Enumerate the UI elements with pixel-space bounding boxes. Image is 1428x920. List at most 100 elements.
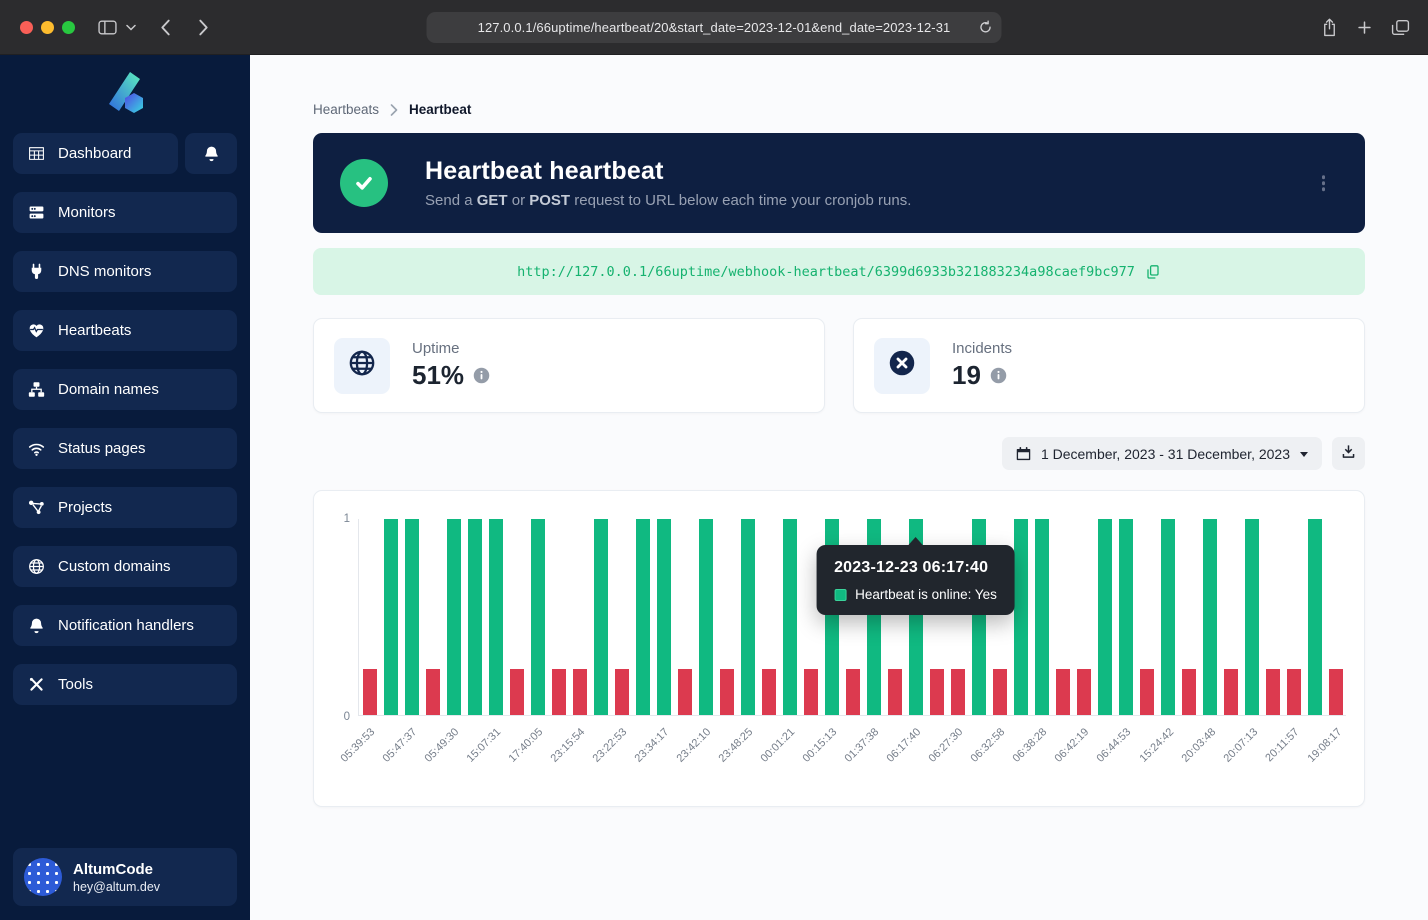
heartbeat-bar-offline[interactable] — [678, 669, 692, 715]
reload-icon[interactable] — [979, 20, 993, 34]
zoom-window-button[interactable] — [62, 21, 75, 34]
chart-tooltip: 2023-12-23 06:17:40 Heartbeat is online:… — [816, 545, 1015, 615]
heartbeat-bar-slot — [1304, 519, 1325, 715]
sidebar-item-tools[interactable]: Tools — [13, 664, 237, 705]
sidebar-item-dashboard[interactable]: Dashboard — [13, 133, 178, 174]
address-bar[interactable]: 127.0.0.1/66uptime/heartbeat/20&start_da… — [427, 12, 1002, 43]
heartbeat-bar-slot — [548, 519, 569, 715]
tooltip-arrow — [907, 537, 923, 546]
sidebar-item-dns-monitors[interactable]: DNS monitors — [13, 251, 237, 292]
y-tick-0: 0 — [344, 711, 350, 723]
heartbeat-bar-offline[interactable] — [993, 669, 1007, 715]
heartbeat-bar-offline[interactable] — [1329, 669, 1343, 715]
heartbeat-bar-slot — [653, 519, 674, 715]
heartbeat-bar-offline[interactable] — [930, 669, 944, 715]
notifications-button[interactable] — [185, 133, 237, 174]
heartbeat-bar-online[interactable] — [594, 519, 608, 715]
x-tick-label: 23:48:25 — [717, 726, 756, 765]
heartbeat-bar-offline[interactable] — [1287, 669, 1301, 715]
window-controls — [20, 21, 75, 34]
heartbeat-bar-online[interactable] — [636, 519, 650, 715]
heartbeat-bar-slot — [1241, 519, 1262, 715]
heartbeat-bar-online[interactable] — [783, 519, 797, 715]
heartbeat-bar-offline[interactable] — [1140, 669, 1154, 715]
back-button[interactable] — [160, 0, 171, 55]
sidebar-item-status-pages[interactable]: Status pages — [13, 428, 237, 469]
tab-overview-icon[interactable] — [1391, 19, 1410, 36]
heartbeat-bar-offline[interactable] — [552, 669, 566, 715]
heartbeat-bar-online[interactable] — [531, 519, 545, 715]
heartbeat-bar-offline[interactable] — [1056, 669, 1070, 715]
sidebar-item-projects[interactable]: Projects — [13, 487, 237, 528]
heartbeat-bar-slot — [779, 519, 800, 715]
sidebar-toggle-icon[interactable] — [98, 0, 117, 55]
heartbeat-bar-online[interactable] — [699, 519, 713, 715]
sidebar-item-heartbeats[interactable]: Heartbeats — [13, 310, 237, 351]
x-tick-label: 05:47:37 — [380, 726, 419, 765]
heartbeat-bar-online[interactable] — [1035, 519, 1049, 715]
heartbeat-bar-offline[interactable] — [888, 669, 902, 715]
heartbeat-bar-offline[interactable] — [846, 669, 860, 715]
heartbeat-bar-online[interactable] — [741, 519, 755, 715]
x-tick-label: 20:07:13 — [1221, 726, 1260, 765]
wifi-icon — [28, 440, 45, 457]
heartbeat-bar-offline[interactable] — [1224, 669, 1238, 715]
heartbeat-bar-offline[interactable] — [1182, 669, 1196, 715]
heartbeat-bar-online[interactable] — [1119, 519, 1133, 715]
new-tab-icon[interactable] — [1357, 20, 1372, 35]
heartbeat-bar-offline[interactable] — [1077, 669, 1091, 715]
sidebar-item-custom-domains[interactable]: Custom domains — [13, 546, 237, 587]
heartbeat-bar-online[interactable] — [1245, 519, 1259, 715]
heartbeat-bar-offline[interactable] — [1266, 669, 1280, 715]
heartbeat-bar-online[interactable] — [405, 519, 419, 715]
heartbeat-bar-slot — [359, 519, 380, 715]
download-report-button[interactable] — [1332, 437, 1365, 470]
heartbeat-bar-offline[interactable] — [573, 669, 587, 715]
heartbeat-bar-online[interactable] — [489, 519, 503, 715]
heartbeat-bar-online[interactable] — [384, 519, 398, 715]
share-icon[interactable] — [1321, 18, 1338, 37]
breadcrumb-heartbeats-link[interactable]: Heartbeats — [313, 102, 379, 117]
heartbeat-bar-slot — [758, 519, 779, 715]
y-axis: 1 0 — [332, 519, 358, 716]
date-range-picker[interactable]: 1 December, 2023 - 31 December, 2023 — [1002, 437, 1322, 470]
user-account-button[interactable]: AltumCode hey@altum.dev — [13, 848, 237, 906]
heartbeat-bar-offline[interactable] — [426, 669, 440, 715]
heartbeat-bar-slot — [1094, 519, 1115, 715]
heartbeat-bar-online[interactable] — [1098, 519, 1112, 715]
sidebar-item-notification-handlers[interactable]: Notification handlers — [13, 605, 237, 646]
plug-icon — [28, 263, 45, 280]
sidebar: Dashboard Monitors DNS monitors Heartbeats… — [0, 55, 250, 920]
forward-button[interactable] — [198, 0, 209, 55]
heartbeat-bar-online[interactable] — [447, 519, 461, 715]
heartbeat-bar-online[interactable] — [1308, 519, 1322, 715]
heartbeat-bar-offline[interactable] — [720, 669, 734, 715]
heartbeat-bar-offline[interactable] — [510, 669, 524, 715]
heartbeat-bar-offline[interactable] — [615, 669, 629, 715]
kebab-menu-button[interactable] — [1318, 171, 1330, 195]
globe-icon — [334, 338, 390, 394]
heartbeat-bar-offline[interactable] — [804, 669, 818, 715]
heartbeat-bar-offline[interactable] — [951, 669, 965, 715]
sidebar-item-domain-names[interactable]: Domain names — [13, 369, 237, 410]
heartbeat-bar-online[interactable] — [1014, 519, 1028, 715]
heartbeat-bar-online[interactable] — [1161, 519, 1175, 715]
heartbeat-bar-offline[interactable] — [363, 669, 377, 715]
minimize-window-button[interactable] — [41, 21, 54, 34]
info-icon[interactable] — [990, 367, 1007, 384]
heartbeat-bar-slot — [401, 519, 422, 715]
heartbeat-bar-online[interactable] — [657, 519, 671, 715]
y-tick-1: 1 — [344, 513, 350, 525]
incidents-stat-card: Incidents 19 — [853, 318, 1365, 413]
heartbeat-bar-slot — [1283, 519, 1304, 715]
info-icon[interactable] — [473, 367, 490, 384]
chevron-down-icon[interactable] — [126, 0, 136, 55]
heartbeat-bar-online[interactable] — [468, 519, 482, 715]
heartbeat-bar-slot — [506, 519, 527, 715]
close-window-button[interactable] — [20, 21, 33, 34]
heartbeat-bar-offline[interactable] — [762, 669, 776, 715]
heartbeat-bar-online[interactable] — [1203, 519, 1217, 715]
copy-icon[interactable] — [1145, 264, 1161, 280]
tooltip-title: 2023-12-23 06:17:40 — [834, 559, 997, 577]
sidebar-item-monitors[interactable]: Monitors — [13, 192, 237, 233]
